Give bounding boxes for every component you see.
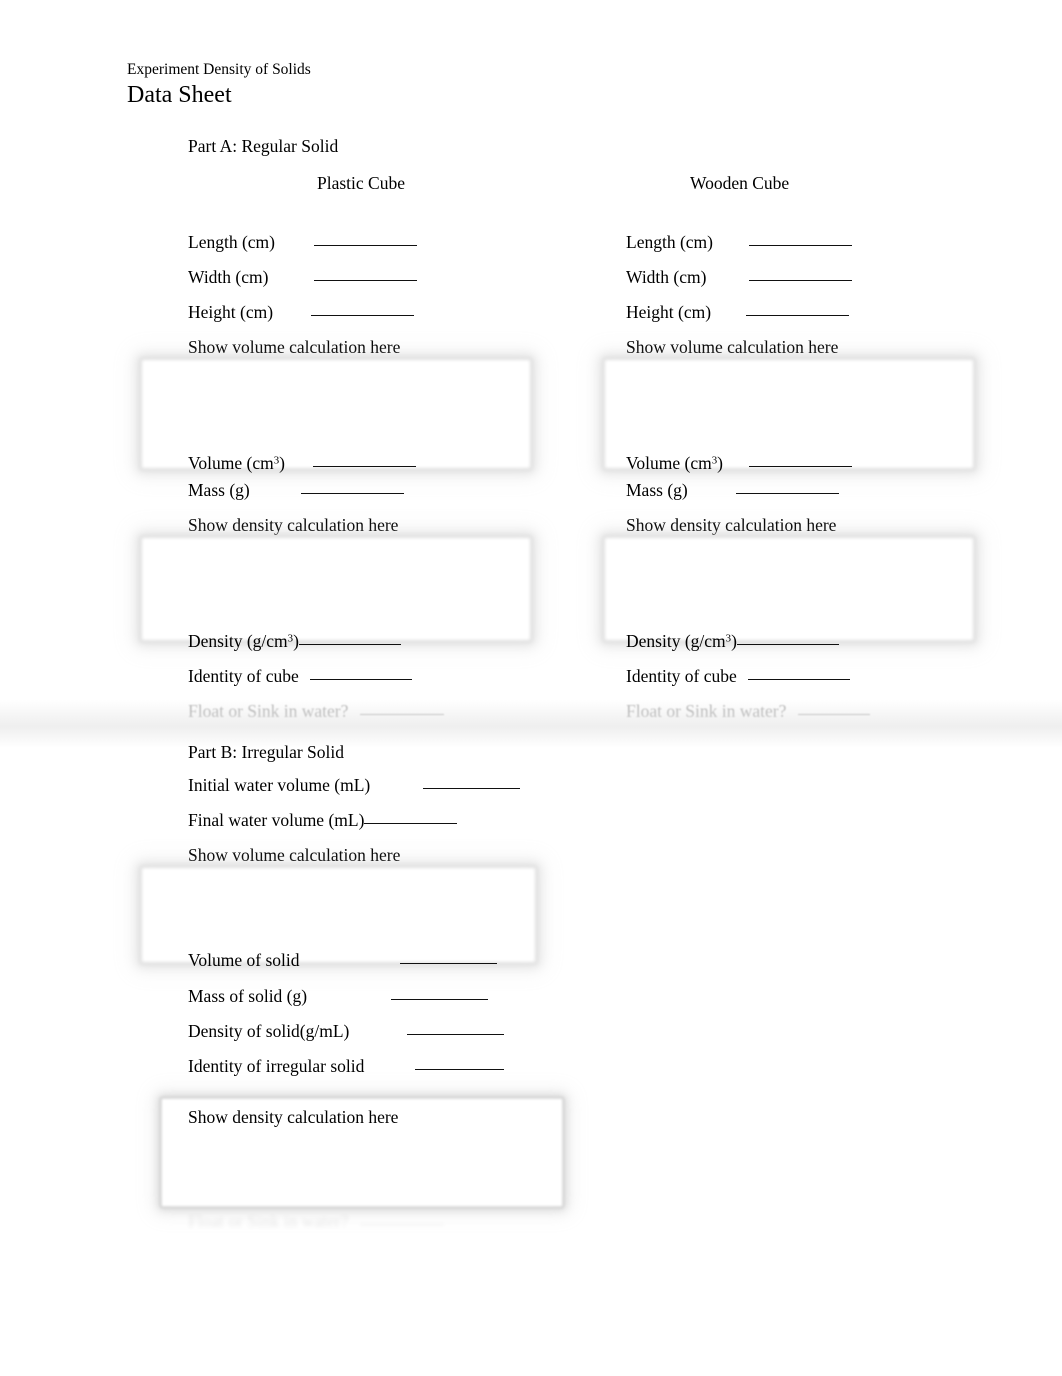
field-blank-mass-wooden[interactable]	[736, 493, 840, 494]
field-label: Length (cm)	[626, 232, 713, 252]
field-row-identity-wooden: Identity of cube	[626, 666, 851, 686]
field-row-float-sink-wooden: Float or Sink in water?	[626, 701, 870, 721]
field-row-length-wooden: Length (cm)	[626, 232, 853, 252]
field-label: Length (cm)	[188, 232, 275, 252]
field-row-float-sink-irregular: Float or Sink in water?	[188, 1211, 444, 1231]
field-row-mass-wooden: Mass (g)	[626, 480, 840, 500]
field-row-mass-of-solid: Mass of solid (g)	[188, 986, 489, 1006]
field-blank-identity-wooden[interactable]	[748, 679, 851, 680]
field-label: Float or Sink in water?	[188, 1211, 349, 1231]
field-row-mass-plastic: Mass (g)	[188, 480, 405, 500]
field-label-close: )	[731, 631, 737, 651]
field-label: Initial water volume (mL)	[188, 775, 371, 795]
field-row-initial-water-volume: Initial water volume (mL)	[188, 775, 520, 795]
field-blank-volume-wooden[interactable]	[749, 466, 853, 467]
field-label-close: )	[717, 453, 723, 473]
field-blank-float-sink-wooden[interactable]	[797, 714, 870, 715]
field-blank-volume-of-solid[interactable]	[399, 963, 497, 964]
field-label: Density of solid(g/mL)	[188, 1021, 350, 1041]
field-row-density-plastic: Density (g/cm3)	[188, 631, 401, 651]
field-label: Height (cm)	[626, 302, 712, 322]
field-label: Mass (g)	[626, 480, 688, 500]
field-label: Final water volume (mL)	[188, 810, 365, 830]
document-page: Experiment Density of Solids Data Sheet …	[0, 0, 1062, 1376]
field-blank-identity-irregular-solid[interactable]	[414, 1069, 504, 1070]
field-blank-density-of-solid[interactable]	[406, 1034, 504, 1035]
field-row-width-plastic: Width (cm)	[188, 267, 417, 287]
field-blank-width-plastic[interactable]	[313, 280, 417, 281]
field-row-height-wooden: Height (cm)	[626, 302, 850, 322]
page-title: Data Sheet	[127, 82, 232, 108]
field-label: Identity of cube	[626, 666, 737, 686]
part-a-section-label: Part A: Regular Solid	[188, 136, 339, 156]
field-row-identity-plastic: Identity of cube	[188, 666, 413, 686]
field-label: Float or Sink in water?	[188, 701, 349, 721]
density-calc-prompt-wooden: Show density calculation here	[626, 515, 837, 535]
field-label: Float or Sink in water?	[626, 701, 787, 721]
field-blank-identity-plastic[interactable]	[310, 679, 413, 680]
field-label: Density (g/cm	[626, 631, 726, 651]
field-row-density-of-solid: Density of solid(g/mL)	[188, 1021, 504, 1041]
page-wash-band	[0, 700, 1062, 748]
field-blank-length-wooden[interactable]	[749, 245, 853, 246]
field-row-density-wooden: Density (g/cm3)	[626, 631, 839, 651]
density-calc-prompt-plastic: Show density calculation here	[188, 515, 399, 535]
field-label: Mass (g)	[188, 480, 250, 500]
field-row-length-plastic: Length (cm)	[188, 232, 418, 252]
field-blank-float-sink-plastic[interactable]	[359, 714, 444, 715]
field-row-volume-of-solid: Volume of solid	[188, 950, 497, 970]
field-row-identity-irregular-solid: Identity of irregular solid	[188, 1056, 504, 1076]
field-blank-height-wooden[interactable]	[746, 315, 850, 316]
field-blank-width-wooden[interactable]	[748, 280, 852, 281]
document-header-line: Experiment Density of Solids	[127, 61, 311, 78]
volume-calc-prompt-plastic: Show volume calculation here	[188, 337, 401, 357]
density-calc-box-wooden[interactable]	[603, 536, 975, 642]
field-label: Density (g/cm	[188, 631, 288, 651]
part-b-section-label: Part B: Irregular Solid	[188, 742, 345, 762]
field-label: Volume of solid	[188, 950, 300, 970]
density-calc-box-plastic[interactable]	[140, 536, 532, 642]
field-row-width-wooden: Width (cm)	[626, 267, 852, 287]
field-label: Identity of irregular solid	[188, 1056, 365, 1076]
field-blank-mass-of-solid[interactable]	[391, 999, 489, 1000]
field-label: Volume (cm	[188, 453, 274, 473]
field-blank-density-wooden[interactable]	[736, 644, 839, 645]
field-blank-final-water-volume[interactable]	[364, 823, 458, 824]
field-blank-mass-plastic[interactable]	[301, 493, 405, 494]
field-label: Width (cm)	[188, 267, 269, 287]
field-blank-float-sink-irregular[interactable]	[359, 1224, 444, 1225]
field-label: Width (cm)	[626, 267, 707, 287]
column-heading-plastic-cube: Plastic Cube	[317, 173, 405, 193]
field-label: Mass of solid (g)	[188, 986, 308, 1006]
volume-calc-prompt-irregular: Show volume calculation here	[188, 845, 401, 865]
field-blank-density-plastic[interactable]	[298, 644, 401, 645]
field-label: Identity of cube	[188, 666, 299, 686]
field-blank-initial-water-volume[interactable]	[422, 788, 520, 789]
field-label: Volume (cm	[626, 453, 712, 473]
field-row-volume-wooden: Volume (cm3)	[626, 453, 853, 473]
field-label: Height (cm)	[188, 302, 274, 322]
field-label-close: )	[279, 453, 285, 473]
field-row-volume-plastic: Volume (cm3)	[188, 453, 417, 473]
density-calc-prompt-irregular: Show density calculation here	[188, 1107, 399, 1127]
field-blank-volume-plastic[interactable]	[313, 466, 417, 467]
field-row-float-sink-plastic: Float or Sink in water?	[188, 701, 444, 721]
field-row-height-plastic: Height (cm)	[188, 302, 415, 322]
volume-calc-prompt-wooden: Show volume calculation here	[626, 337, 839, 357]
field-blank-height-plastic[interactable]	[311, 315, 415, 316]
field-row-final-water-volume: Final water volume (mL)	[188, 810, 458, 830]
field-label-close: )	[293, 631, 299, 651]
field-blank-length-plastic[interactable]	[314, 245, 418, 246]
column-heading-wooden-cube: Wooden Cube	[690, 173, 790, 193]
